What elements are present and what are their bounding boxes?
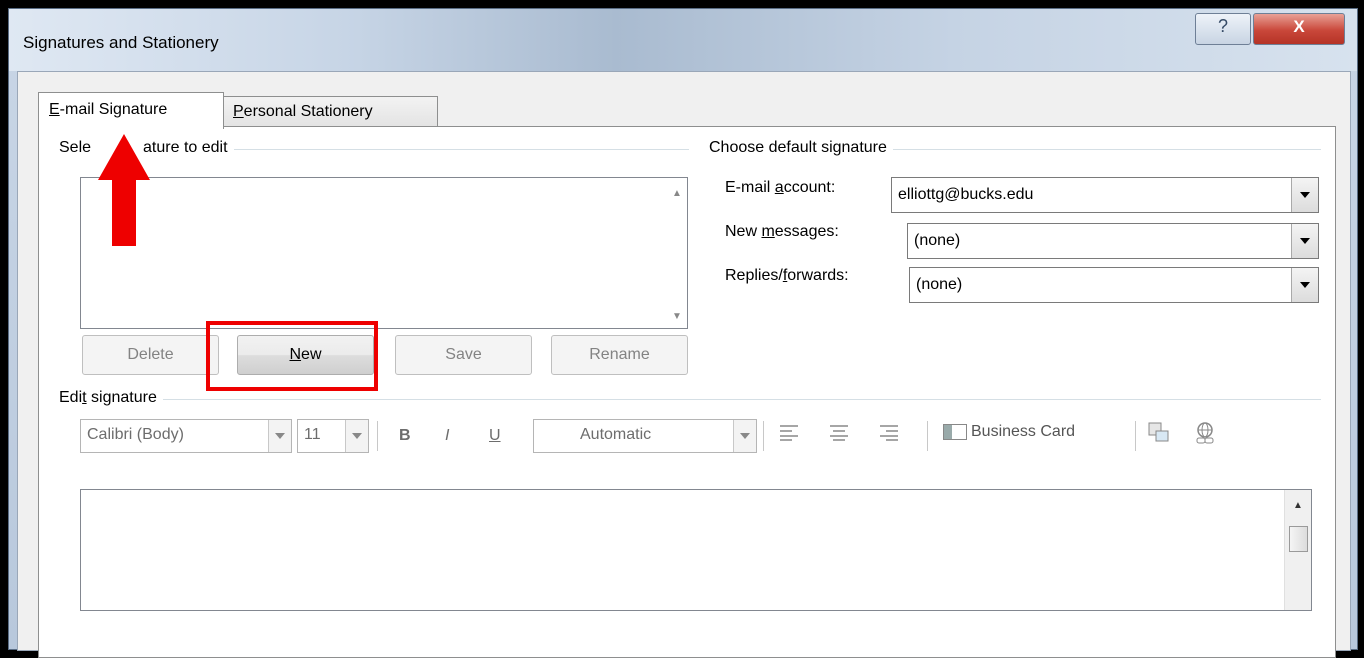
hyperlink-svg [1196,422,1214,444]
font-select[interactable]: Calibri (Body) [80,419,292,453]
align-left-svg [780,425,798,441]
chevron-down-icon[interactable] [1291,268,1318,302]
replies-forwards-value: (none) [916,276,963,293]
chevron-down-icon[interactable] [733,420,756,452]
align-right-icon[interactable] [879,423,899,446]
email-account-label-post: ccount: [783,179,836,196]
help-icon: ? [1217,16,1228,36]
hyperlink-icon[interactable] [1193,421,1219,452]
chevron-down-icon[interactable] [1291,178,1318,212]
align-left-icon[interactable] [779,423,799,446]
font-size-value: 11 [304,426,321,443]
scroll-up-icon[interactable]: ▲ [1285,500,1311,511]
bold-button[interactable]: B [399,427,411,445]
signature-list-scrollbar[interactable]: ▲ ▼ [667,178,687,328]
chevron-down-icon[interactable] [1291,224,1318,258]
edit-title-post: signature [86,389,157,406]
underline-button[interactable]: U [489,427,501,445]
business-card-icon [943,423,967,440]
business-card-label: Business Card [971,423,1076,440]
save-button[interactable]: Save [395,335,532,375]
replies-forwards-label: Replies/forwards: [725,267,849,285]
new-button-highlight-box [206,321,378,391]
tab-personal-stationery-accel: P [233,103,244,120]
edit-group-line [59,399,1321,400]
edit-group-title: Edit signature [59,389,163,407]
new-messages-label-accel: m [761,223,775,240]
toolbar-separator [1135,421,1136,451]
align-right-svg [880,425,898,441]
rename-button[interactable]: Rename [551,335,688,375]
align-center-icon[interactable] [829,423,849,446]
toolbar-separator [763,421,764,451]
red-arrow-icon [98,134,150,246]
tab-email-signature-label: -mail Signature [59,101,168,118]
insert-picture-svg [1148,422,1169,442]
new-messages-label-pre: New [725,223,762,240]
signature-list[interactable]: ▲ ▼ [80,177,688,329]
close-icon: X [1293,17,1305,36]
toolbar-separator [927,421,928,451]
insert-picture-icon[interactable] [1147,421,1171,450]
tab-personal-stationery-label: ersonal Stationery [243,103,373,120]
default-group-title: Choose default signature [709,139,893,157]
scroll-up-icon[interactable]: ▲ [667,188,687,199]
signature-editor[interactable]: ▲ [80,489,1312,611]
tab-email-signature-accel: E [49,101,60,118]
help-button[interactable]: ? [1195,13,1251,45]
new-messages-label: New messages: [725,223,839,241]
email-account-label-accel: a [774,179,784,196]
tab-email-signature[interactable]: E-mail Signature [38,92,224,129]
delete-button[interactable]: Delete [82,335,219,375]
chevron-down-icon[interactable] [268,420,291,452]
replies-label-post: orwards: [787,267,849,284]
email-account-value: elliottg@bucks.edu [898,186,1034,203]
editor-scrollbar[interactable]: ▲ [1284,490,1311,610]
align-center-svg [830,425,848,441]
new-messages-label-post: essages: [774,223,839,240]
scroll-thumb[interactable] [1289,526,1308,552]
title-bar: Signatures and Stationery ? X [9,9,1357,71]
font-size-select[interactable]: 11 [297,419,369,453]
edit-title-pre: Edi [59,389,83,406]
replies-forwards-select[interactable]: (none) [909,267,1319,303]
new-messages-select[interactable]: (none) [907,223,1319,259]
scroll-down-icon[interactable]: ▼ [667,311,687,322]
select-title-suffix: ature to edit [143,139,228,156]
email-account-label-pre: E-mail [725,179,775,196]
replies-label-pre: Replies/ [725,267,783,284]
font-color-select[interactable]: Automatic [533,419,757,453]
chevron-down-icon[interactable] [345,420,368,452]
toolbar-separator [377,421,378,451]
tab-personal-stationery[interactable]: Personal Stationery [222,96,438,127]
email-account-select[interactable]: elliottg@bucks.edu [891,177,1319,213]
business-card-button[interactable]: Business Card [943,423,1075,441]
new-messages-value: (none) [914,232,961,249]
font-value: Calibri (Body) [87,426,184,443]
font-color-value: Automatic [580,426,652,443]
select-title-prefix: Sele [59,139,92,156]
tab-panel-email-signature: Sele ature to edit ▲ ▼ Delete New Save Re… [38,126,1336,658]
email-account-label: E-mail account: [725,179,835,197]
close-button[interactable]: X [1253,13,1345,45]
screenshot-frame: Signatures and Stationery ? X E-mail Sig… [0,0,1364,658]
italic-button[interactable]: I [445,427,449,445]
window-title: Signatures and Stationery [23,33,219,52]
